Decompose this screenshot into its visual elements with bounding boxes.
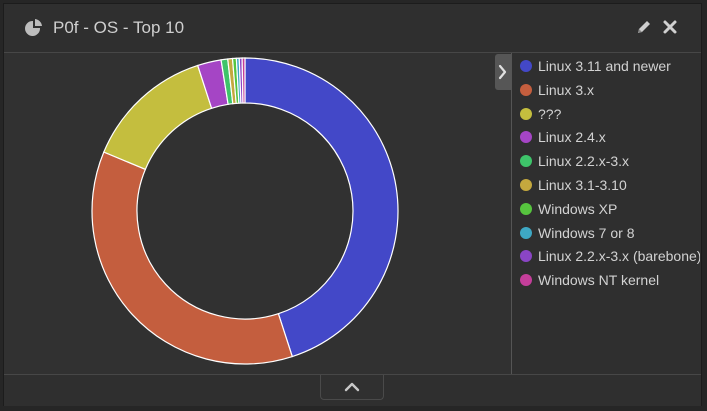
legend-item[interactable]: Linux 3.1-3.10: [520, 174, 700, 196]
legend-color-swatch: [520, 155, 532, 168]
legend-color-swatch: [520, 83, 532, 96]
collapse-button[interactable]: [320, 375, 384, 400]
close-icon[interactable]: [661, 18, 679, 36]
pie-slice[interactable]: [103, 64, 213, 171]
pie-chart-widget: P0f - OS - Top 10 Linux 3.11 and newer Li…: [3, 3, 702, 406]
legend-label: Windows 7 or 8: [538, 224, 635, 241]
legend-item[interactable]: ???: [520, 103, 700, 125]
legend-label: Windows XP: [538, 200, 618, 217]
legend-label: Linux 2.2.x-3.x (barebone): [538, 248, 700, 265]
legend-panel: Linux 3.11 and newer Linux 3.x??? Linux 2.…: [511, 53, 701, 375]
pencil-icon[interactable]: [635, 18, 653, 36]
legend-item[interactable]: Windows XP: [520, 198, 700, 220]
widget-header: P0f - OS - Top 10: [4, 4, 701, 53]
legend-color-swatch: [520, 226, 532, 239]
legend-color-swatch: [520, 107, 532, 120]
chart-area: [4, 53, 511, 375]
donut-chart: [91, 57, 399, 365]
legend-label: Linux 3.11 and newer: [538, 58, 671, 74]
legend-item[interactable]: Linux 2.2.x-3.x: [520, 150, 700, 172]
legend-label: Linux 3.1-3.10: [538, 177, 627, 193]
legend-label: Linux 2.4.x: [538, 129, 606, 146]
legend-item[interactable]: Windows NT kernel: [520, 269, 700, 291]
widget-footer: [4, 374, 701, 406]
legend-color-swatch: [520, 179, 532, 191]
pie-slice[interactable]: [241, 57, 246, 104]
legend-label: Linux 3.x: [538, 81, 595, 98]
chevron-up-icon: [344, 382, 360, 392]
widget-title: P0f - OS - Top 10: [53, 18, 185, 37]
pie-chart-icon: [25, 19, 42, 36]
legend-item[interactable]: Linux 3.x: [520, 79, 700, 101]
legend-item[interactable]: Linux 2.2.x-3.x (barebone): [520, 245, 700, 267]
legend-label: Windows NT kernel: [538, 272, 660, 289]
legend-color-swatch: [520, 250, 532, 263]
legend-item[interactable]: Linux 3.11 and newer: [520, 55, 700, 77]
legend-toggle-button[interactable]: [495, 54, 511, 90]
pie-slice[interactable]: [91, 151, 294, 365]
legend-label: Linux 2.2.x-3.x: [538, 153, 630, 170]
pie-slice[interactable]: [244, 57, 399, 358]
legend-color-swatch: [520, 202, 532, 215]
legend-color-swatch: [520, 131, 532, 144]
legend-item[interactable]: Linux 2.4.x: [520, 126, 700, 148]
legend-label: ???: [538, 105, 562, 122]
legend-item[interactable]: Windows 7 or 8: [520, 222, 700, 244]
legend-color-swatch: [520, 60, 532, 72]
chevron-right-icon: [498, 64, 507, 80]
legend-color-swatch: [520, 274, 532, 287]
